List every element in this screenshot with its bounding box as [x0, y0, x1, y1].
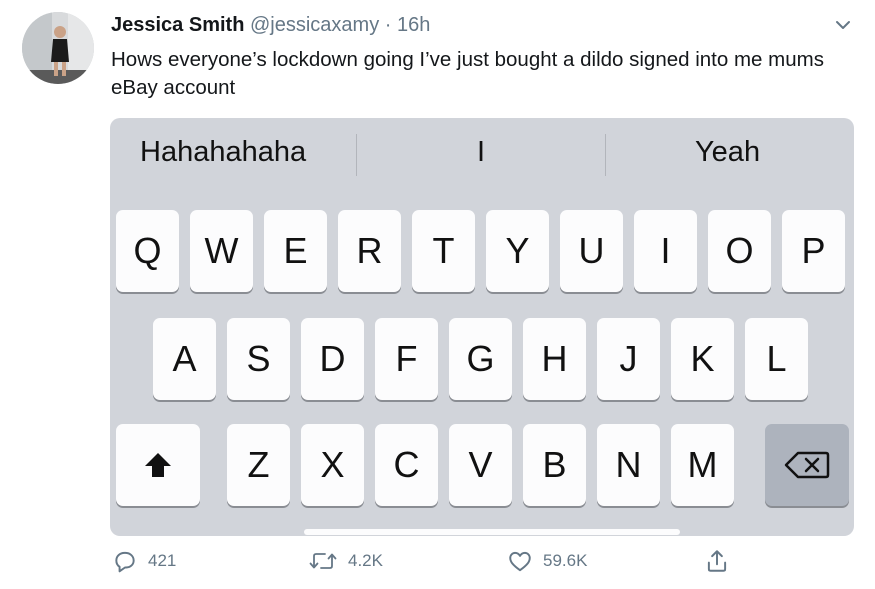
reply-count: 421 [148, 551, 177, 570]
key-c: C [375, 424, 438, 506]
key-b: B [523, 424, 586, 506]
key-w: W [190, 210, 253, 292]
retweet-button[interactable]: 4.2K [308, 548, 383, 574]
key-v: V [449, 424, 512, 506]
key-k: K [671, 318, 734, 400]
share-icon [707, 550, 727, 572]
like-button[interactable]: 59.6K [507, 548, 587, 574]
suggestion-1: Hahahahaha [140, 136, 307, 168]
retweet-count: 4.2K [348, 551, 383, 570]
like-count: 59.6K [543, 551, 588, 570]
key-t: T [412, 210, 475, 292]
like-icon [509, 551, 531, 572]
reply-button[interactable]: 421 [112, 548, 176, 574]
key-n: N [597, 424, 660, 506]
caret-down-icon[interactable] [832, 14, 854, 36]
key-d: D [301, 318, 364, 400]
key-g: G [449, 318, 512, 400]
key-h: H [523, 318, 586, 400]
suggestion-3: Yeah [695, 136, 761, 168]
suggestion-divider [605, 134, 606, 176]
key-s: S [227, 318, 290, 400]
key-z: Z [227, 424, 290, 506]
key-p: P [782, 210, 845, 292]
key-r: R [338, 210, 401, 292]
tweet-action-bar: 421 4.2K 59.6K [0, 548, 875, 584]
key-e: E [264, 210, 327, 292]
key-y: Y [486, 210, 549, 292]
key-a: A [153, 318, 216, 400]
tweet-media-keyboard[interactable]: Hahahahaha I Yeah Q W E R T Y U I O P A … [110, 118, 854, 536]
keyboard-bottom-bar [304, 529, 680, 535]
delete-icon [784, 451, 830, 479]
key-u: U [560, 210, 623, 292]
tweet-timestamp[interactable]: 16h [397, 14, 430, 36]
avatar-photo [22, 12, 94, 84]
delete-key [765, 424, 849, 506]
key-m: M [671, 424, 734, 506]
key-f: F [375, 318, 438, 400]
key-j: J [597, 318, 660, 400]
shift-icon [145, 453, 171, 477]
author-name[interactable]: Jessica Smith [111, 14, 244, 36]
separator-dot: · [384, 14, 392, 36]
retweet-icon [309, 553, 337, 569]
key-o: O [708, 210, 771, 292]
key-q: Q [116, 210, 179, 292]
reply-icon [115, 551, 135, 573]
author-handle[interactable]: @jessicaxamy [250, 14, 379, 36]
key-l: L [745, 318, 808, 400]
tweet-header: Jessica Smith @jessicaxamy · 16h [111, 14, 430, 37]
key-x: X [301, 424, 364, 506]
key-i: I [634, 210, 697, 292]
share-button[interactable] [704, 548, 730, 574]
shift-key [116, 424, 200, 506]
suggestion-divider [356, 134, 357, 176]
suggestion-2: I [477, 136, 486, 168]
tweet-text: Hows everyone’s lockdown going I’ve just… [111, 48, 824, 99]
avatar[interactable] [22, 12, 94, 84]
